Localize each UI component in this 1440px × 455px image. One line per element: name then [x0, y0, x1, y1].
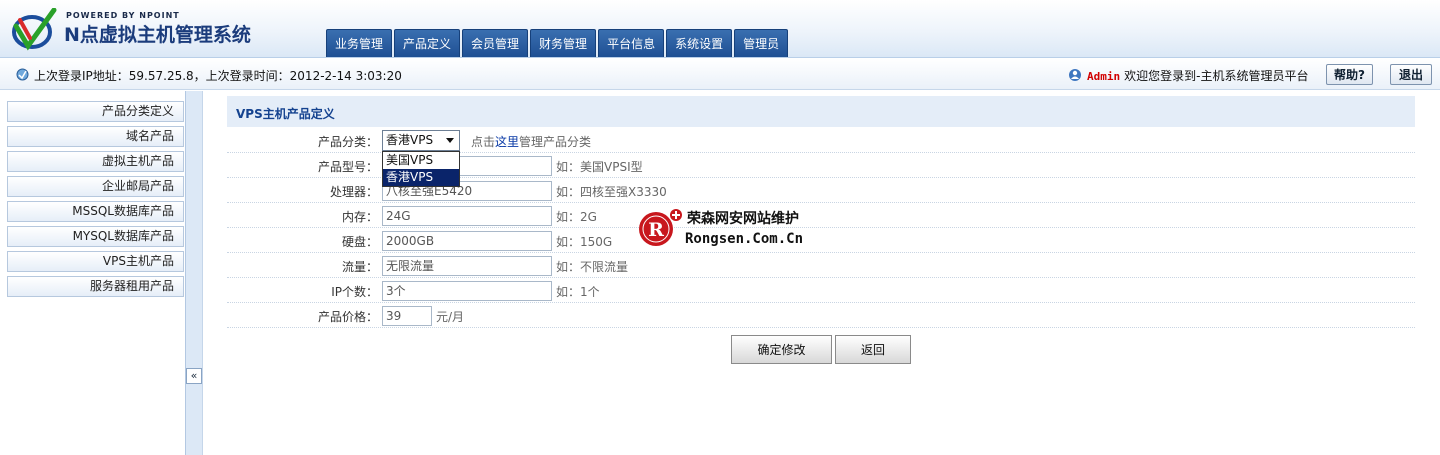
manage-categories-link[interactable]: 这里 — [495, 135, 519, 149]
nav-tab-members[interactable]: 会员管理 — [462, 29, 529, 57]
rongsen-logo-icon: R — [639, 209, 682, 246]
powered-by: POWERED BY NPOINT — [66, 11, 180, 20]
disk-input[interactable]: 2000GB — [382, 231, 552, 251]
svg-text:R: R — [648, 219, 664, 241]
ip-count-hint: 如：1个 — [556, 285, 600, 299]
confirm-edit-button[interactable]: 确定修改 — [731, 335, 832, 364]
model-label: 产品型号： — [317, 160, 378, 174]
help-button[interactable]: 帮助? — [1326, 64, 1373, 85]
disk-label: 硬盘： — [341, 235, 378, 249]
nav-tab-product-definition[interactable]: 产品定义 — [394, 29, 461, 57]
nav-tab-finance[interactable]: 财务管理 — [530, 29, 597, 57]
price-label: 产品价格： — [317, 310, 378, 324]
sidebar-item-vps-products[interactable]: VPS主机产品 — [7, 251, 184, 272]
logo-icon — [12, 8, 57, 51]
login-info-icon — [16, 68, 29, 81]
admin-username: Admin — [1087, 70, 1121, 83]
category-option-us-vps[interactable]: 美国VPS — [383, 152, 459, 169]
sidebar-item-product-categories[interactable]: 产品分类定义 — [7, 101, 184, 122]
cpu-label: 处理器： — [329, 185, 378, 199]
traffic-hint: 如：不限流量 — [556, 260, 629, 274]
category-selected-value: 香港VPS — [386, 133, 434, 147]
cpu-hint: 如：四核至强X3330 — [556, 185, 667, 199]
welcome-text: 欢迎您登录到-主机系统管理员平台 — [1124, 69, 1309, 83]
ip-count-input[interactable]: 3个 — [382, 281, 552, 301]
back-button[interactable]: 返回 — [835, 335, 911, 364]
chevron-down-icon — [446, 138, 454, 143]
user-icon — [1069, 69, 1081, 81]
sidebar-item-mysql-products[interactable]: MYSQL数据库产品 — [7, 226, 184, 247]
memory-label: 内存： — [341, 210, 378, 224]
collapse-sidebar-button[interactable]: « — [186, 368, 202, 384]
memory-input[interactable]: 24G — [382, 206, 552, 226]
category-select[interactable]: 香港VPS — [382, 130, 460, 151]
sidebar-splitter[interactable] — [185, 91, 203, 455]
watermark-title: 荣森网安网站维护 — [687, 211, 799, 227]
price-unit: 元/月 — [436, 310, 465, 324]
price-input[interactable]: 39 — [382, 306, 432, 326]
traffic-label: 流量： — [341, 260, 378, 274]
memory-hint: 如：2G — [556, 210, 597, 224]
last-login-info: 上次登录IP地址：59.57.25.8，上次登录时间：2012-2-14 3:0… — [34, 69, 402, 83]
ip-count-label: IP个数： — [331, 285, 378, 299]
page-title: VPS主机产品定义 — [236, 107, 335, 121]
nav-tab-system-settings[interactable]: 系统设置 — [666, 29, 733, 57]
sidebar-item-virtual-host-products[interactable]: 虚拟主机产品 — [7, 151, 184, 172]
sidebar-item-enterprise-mail-products[interactable]: 企业邮局产品 — [7, 176, 184, 197]
sidebar: 产品分类定义 域名产品 虚拟主机产品 企业邮局产品 MSSQL数据库产品 MYS… — [0, 91, 185, 455]
logout-button[interactable]: 退出 — [1390, 64, 1433, 85]
category-option-hk-vps[interactable]: 香港VPS — [383, 169, 459, 186]
category-hint-prefix: 点击 — [471, 135, 496, 149]
info-bar: 上次登录IP地址：59.57.25.8，上次登录时间：2012-2-14 3:0… — [0, 59, 1440, 90]
nav-tab-platform-info[interactable]: 平台信息 — [598, 29, 665, 57]
app-title: N点虚拟主机管理系统 — [64, 24, 251, 46]
traffic-input[interactable]: 无限流量 — [382, 256, 552, 276]
sidebar-item-server-rental-products[interactable]: 服务器租用产品 — [7, 276, 184, 297]
welcome-message: Admin 欢迎您登录到-主机系统管理员平台 — [1087, 67, 1308, 84]
category-label: 产品分类： — [317, 135, 378, 149]
header: POWERED BY NPOINT N点虚拟主机管理系统 业务管理 产品定义 会… — [0, 0, 1440, 58]
sidebar-item-domain-products[interactable]: 域名产品 — [7, 126, 184, 147]
nav-tab-business[interactable]: 业务管理 — [326, 29, 393, 57]
sidebar-item-mssql-products[interactable]: MSSQL数据库产品 — [7, 201, 184, 222]
category-hint-suffix: 管理产品分类 — [519, 135, 592, 149]
watermark-url: Rongsen.Com.Cn — [685, 231, 804, 247]
disk-hint: 如：150G — [556, 235, 613, 249]
main-nav: 业务管理 产品定义 会员管理 财务管理 平台信息 系统设置 管理员 — [326, 29, 789, 57]
nav-tab-administrators[interactable]: 管理员 — [734, 29, 789, 57]
category-hint: 点击这里管理产品分类 — [471, 133, 591, 150]
model-hint: 如：美国VPSⅠ型 — [556, 160, 643, 174]
category-dropdown-list: 美国VPS 香港VPS — [382, 151, 460, 187]
panel-header — [227, 96, 1415, 127]
